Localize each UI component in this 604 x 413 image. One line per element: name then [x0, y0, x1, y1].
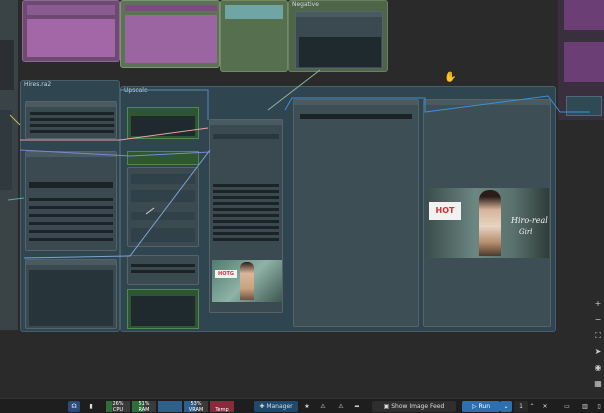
panel-icon[interactable]: ▥: [580, 401, 590, 412]
manager-button[interactable]: ✚ Manager: [254, 401, 298, 412]
run-options-chevron-icon[interactable]: ⌄: [500, 401, 512, 412]
zoom-in-icon[interactable]: +: [592, 298, 604, 310]
fit-view-icon[interactable]: ⛶: [592, 330, 604, 342]
visibility-icon[interactable]: ◉: [592, 362, 604, 374]
bookmark-icon[interactable]: ▮: [86, 401, 96, 412]
queue-chevron-icon[interactable]: ⌃: [528, 401, 536, 412]
cpu-label: CPU: [112, 407, 124, 413]
window-icon[interactable]: ▭: [562, 401, 572, 412]
vram-stat: 53% VRAM: [184, 401, 208, 413]
warning-icon[interactable]: ⚠: [318, 401, 328, 412]
minimap-icon[interactable]: ▦: [592, 378, 604, 390]
alert-icon[interactable]: ⚠: [336, 401, 346, 412]
cursor-hand-icon: ✋: [444, 72, 457, 83]
cancel-icon[interactable]: ✕: [540, 401, 550, 412]
show-image-feed-button[interactable]: ▣ Show Image Feed: [372, 401, 456, 412]
gpu-stat: [158, 401, 182, 412]
zoom-out-icon[interactable]: −: [592, 314, 604, 326]
image-feed-icon: ▣: [383, 403, 390, 410]
temp-label: Temp: [215, 407, 229, 413]
comfy-logo-icon[interactable]: ☊: [68, 401, 80, 412]
play-icon: ▷: [471, 403, 477, 410]
star-icon[interactable]: ★: [302, 401, 312, 412]
connection-wires: [7, 69, 590, 259]
menu-icon[interactable]: ▯: [594, 401, 604, 412]
ram-label: RAM: [138, 407, 150, 413]
puzzle-icon: ✚: [259, 403, 265, 410]
share-icon[interactable]: ➦: [352, 401, 362, 412]
show-image-feed-label: Show Image Feed: [391, 403, 445, 410]
vram-label: VRAM: [188, 407, 204, 413]
bottom-toolbar: ☊ ▮ 26% CPU 51% RAM 53% VRAM Temp ✚ Mana…: [0, 398, 604, 413]
ram-stat: 51% RAM: [132, 401, 156, 413]
run-label: Run: [478, 403, 491, 410]
temp-stat: Temp: [210, 401, 234, 413]
manager-label: Manager: [266, 403, 293, 410]
run-button[interactable]: ▷ Run: [462, 401, 500, 412]
pointer-tool-icon[interactable]: ➤: [592, 346, 604, 358]
cpu-stat: 26% CPU: [106, 401, 130, 413]
queue-count-input[interactable]: 1: [514, 401, 528, 412]
